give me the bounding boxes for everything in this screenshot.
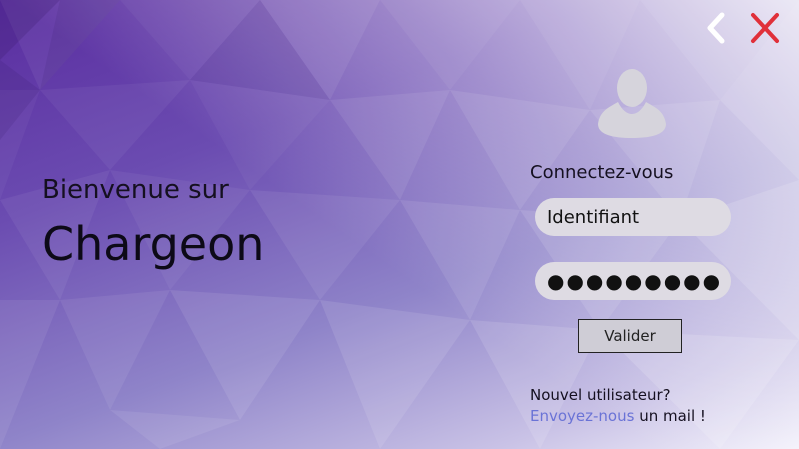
- send-mail-link[interactable]: Envoyez-nous: [530, 407, 634, 425]
- user-avatar-icon: [598, 69, 666, 138]
- new-user-text: Nouvel utilisateur?: [530, 386, 671, 404]
- password-field[interactable]: [535, 262, 731, 300]
- window-controls: [699, 8, 791, 48]
- back-button[interactable]: [699, 8, 739, 48]
- welcome-block: Bienvenue sur Chargeon: [42, 170, 362, 276]
- submit-button[interactable]: Valider: [578, 319, 682, 353]
- close-button[interactable]: [745, 8, 785, 48]
- username-field[interactable]: [535, 198, 731, 236]
- mail-suffix: un mail !: [634, 407, 706, 425]
- brand-name: Chargeon: [42, 217, 265, 271]
- login-panel: Connectez-vous Valider Nouvel utilisateu…: [520, 60, 760, 440]
- chevron-left-icon: [707, 12, 725, 44]
- login-title: Connectez-vous: [530, 162, 674, 183]
- signup-prompt: Nouvel utilisateur? Envoyez-nous un mail…: [530, 385, 706, 427]
- close-icon: [751, 13, 779, 43]
- mail-line: Envoyez-nous un mail !: [530, 406, 706, 427]
- welcome-heading: Bienvenue sur: [42, 175, 229, 205]
